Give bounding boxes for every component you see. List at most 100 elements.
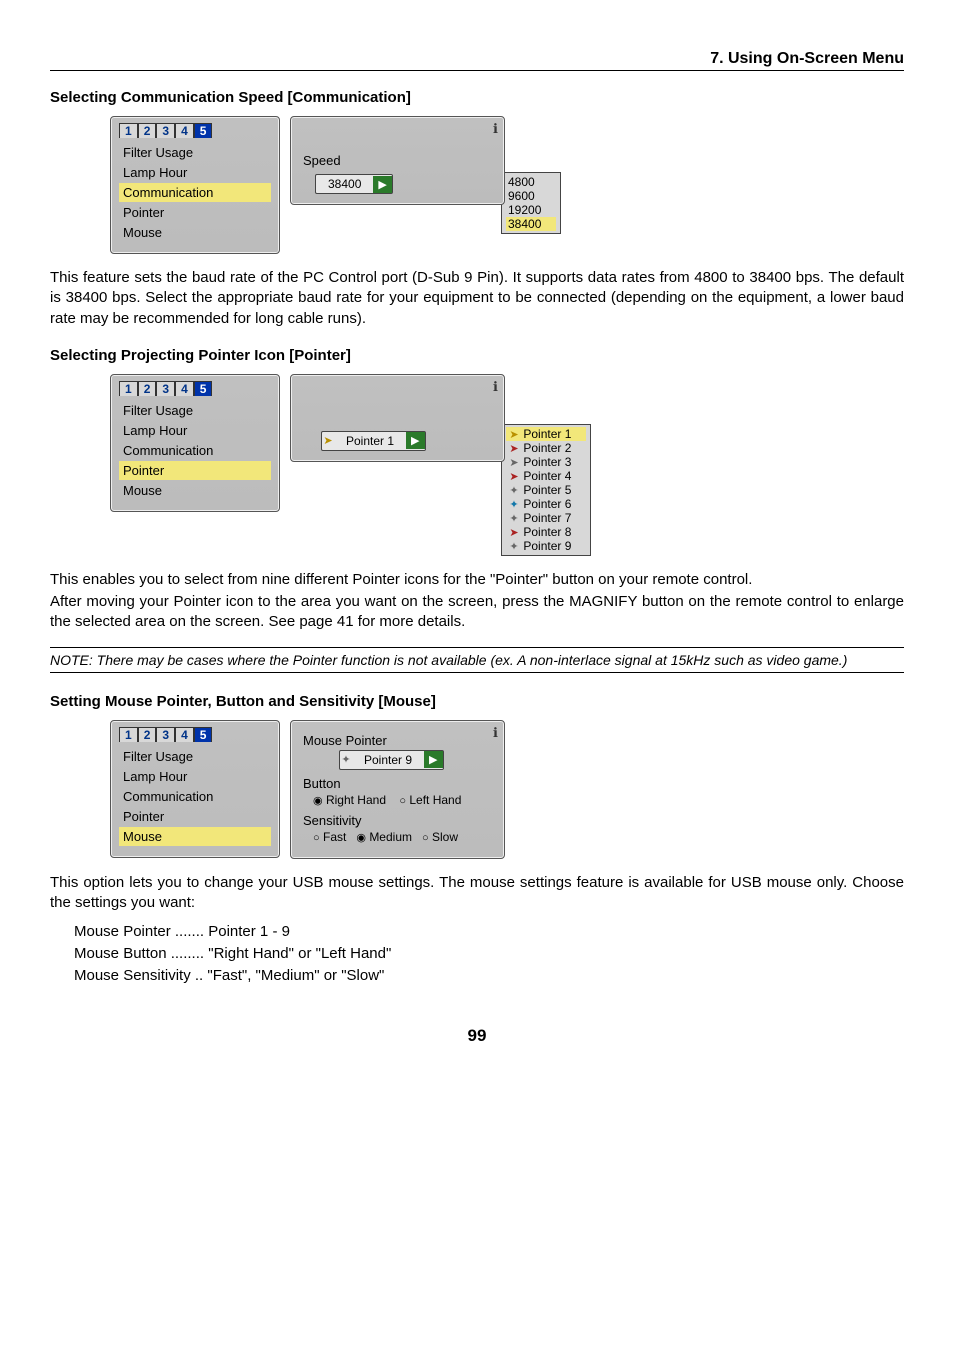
sidebar-item-filter-usage[interactable]: Filter Usage (119, 143, 271, 162)
radio-unselected-icon: ○ (399, 795, 406, 807)
tab-strip: 1 2 3 4 5 (119, 123, 271, 138)
section-title-communication: Selecting Communication Speed [Communica… (50, 89, 904, 106)
sidebar-item-communication[interactable]: Communication (119, 441, 271, 460)
pointer-dropdown[interactable]: ➤ Pointer 1 ➤ Pointer 2 ➤ Pointer 3 ➤ Po… (501, 424, 591, 556)
sidebar-item-mouse[interactable]: Mouse (119, 827, 271, 846)
sidebar-item-communication[interactable]: Communication (119, 787, 271, 806)
combo-arrow-icon: ▶ (373, 176, 391, 193)
pointer-icon: ➤ (322, 434, 334, 447)
list-item: Mouse Sensitivity .. "Fast", "Medium" or… (74, 965, 904, 987)
note-box: NOTE: There may be cases where the Point… (50, 647, 904, 673)
radio-fast[interactable]: ○ Fast (313, 830, 346, 844)
pointer-6-icon: ✦ (508, 498, 520, 511)
pointer-combo[interactable]: ➤ Pointer 1 ▶ (321, 431, 426, 451)
tab-2[interactable]: 2 (138, 381, 157, 396)
radio-slow[interactable]: ○ Slow (422, 830, 458, 844)
radio-medium[interactable]: ◉ Medium (356, 830, 412, 844)
section-title-pointer: Selecting Projecting Pointer Icon [Point… (50, 347, 904, 364)
ui-communication: 1 2 3 4 5 Filter Usage Lamp Hour Communi… (110, 116, 904, 254)
tab-5[interactable]: 5 (194, 381, 213, 396)
pointer-option-1[interactable]: ➤ Pointer 1 (506, 427, 586, 441)
sidebar-item-mouse[interactable]: Mouse (119, 223, 271, 242)
mouse-pointer-combo[interactable]: ✦ Pointer 9 ▶ (339, 750, 444, 770)
pointer-icon: ✦ (340, 753, 352, 766)
tab-4[interactable]: 4 (175, 727, 194, 742)
tab-1[interactable]: 1 (119, 727, 138, 742)
sidebar-panel: 1 2 3 4 5 Filter Usage Lamp Hour Communi… (110, 116, 280, 254)
radio-right-hand[interactable]: ◉ Right Hand (313, 793, 386, 807)
sensitivity-radio-group: ○ Fast ◉ Medium ○ Slow (313, 830, 496, 844)
sidebar-item-filter-usage[interactable]: Filter Usage (119, 401, 271, 420)
radio-selected-icon: ◉ (356, 832, 366, 844)
speed-dropdown[interactable]: 4800 9600 19200 38400 (501, 172, 561, 234)
pointer-3-icon: ➤ (508, 456, 520, 469)
pointer-option-4[interactable]: ➤ Pointer 4 (506, 469, 586, 483)
tab-1[interactable]: 1 (119, 123, 138, 138)
pointer-5-icon: ✦ (508, 484, 520, 497)
section-title-mouse: Setting Mouse Pointer, Button and Sensit… (50, 693, 904, 710)
sidebar-item-pointer[interactable]: Pointer (119, 203, 271, 222)
help-icon[interactable]: ℹ (493, 121, 498, 137)
mouse-pointer-combo-value: Pointer 9 (352, 751, 424, 769)
sidebar-item-pointer[interactable]: Pointer (119, 461, 271, 480)
pointer-option-7[interactable]: ✦ Pointer 7 (506, 511, 586, 525)
speed-option-38400[interactable]: 38400 (506, 217, 556, 231)
pointer-option-label: Pointer 3 (523, 455, 571, 469)
mouse-pointer-label: Mouse Pointer (303, 733, 496, 748)
speed-combo[interactable]: 38400 ▶ (315, 174, 393, 194)
pointer-4-icon: ➤ (508, 470, 520, 483)
pointer-option-label: Pointer 8 (523, 525, 571, 539)
pointer-option-label: Pointer 1 (523, 427, 571, 441)
pointer-option-8[interactable]: ➤ Pointer 8 (506, 525, 586, 539)
tab-strip: 1 2 3 4 5 (119, 727, 271, 742)
tab-4[interactable]: 4 (175, 381, 194, 396)
pointer-option-label: Pointer 4 (523, 469, 571, 483)
sidebar-item-communication[interactable]: Communication (119, 183, 271, 202)
tab-3[interactable]: 3 (156, 123, 175, 138)
radio-label: Slow (432, 830, 458, 844)
pointer-option-3[interactable]: ➤ Pointer 3 (506, 455, 586, 469)
pointer-option-5[interactable]: ✦ Pointer 5 (506, 483, 586, 497)
pointer-2-icon: ➤ (508, 442, 520, 455)
pointer-option-2[interactable]: ➤ Pointer 2 (506, 441, 586, 455)
tab-2[interactable]: 2 (138, 123, 157, 138)
sidebar-item-lamp-hour[interactable]: Lamp Hour (119, 767, 271, 786)
tab-1[interactable]: 1 (119, 381, 138, 396)
speed-option-9600[interactable]: 9600 (506, 189, 556, 203)
help-icon[interactable]: ℹ (493, 379, 498, 395)
list-label: Mouse Pointer ....... (74, 923, 204, 940)
list-label: Mouse Button ........ (74, 945, 204, 962)
radio-unselected-icon: ○ (422, 832, 429, 844)
help-icon[interactable]: ℹ (493, 725, 498, 741)
radio-left-hand[interactable]: ○ Left Hand (399, 793, 461, 807)
tab-2[interactable]: 2 (138, 727, 157, 742)
speed-option-4800[interactable]: 4800 (506, 175, 556, 189)
sidebar-item-filter-usage[interactable]: Filter Usage (119, 747, 271, 766)
sidebar-item-lamp-hour[interactable]: Lamp Hour (119, 421, 271, 440)
list-value: "Fast", "Medium" or "Slow" (207, 967, 384, 984)
pointer-9-icon: ✦ (508, 540, 520, 553)
sidebar-item-lamp-hour[interactable]: Lamp Hour (119, 163, 271, 182)
pointer-1-icon: ➤ (508, 428, 520, 441)
radio-label: Medium (369, 830, 412, 844)
tab-3[interactable]: 3 (156, 381, 175, 396)
speed-option-19200[interactable]: 19200 (506, 203, 556, 217)
pointer-option-label: Pointer 7 (523, 511, 571, 525)
radio-label: Left Hand (409, 793, 461, 807)
tab-5[interactable]: 5 (194, 123, 213, 138)
tab-4[interactable]: 4 (175, 123, 194, 138)
sidebar-panel: 1 2 3 4 5 Filter Usage Lamp Hour Communi… (110, 720, 280, 858)
sensitivity-group-label: Sensitivity (303, 813, 496, 828)
sidebar-item-pointer[interactable]: Pointer (119, 807, 271, 826)
sidebar-item-mouse[interactable]: Mouse (119, 481, 271, 500)
pointer-7-icon: ✦ (508, 512, 520, 525)
tab-3[interactable]: 3 (156, 727, 175, 742)
tab-5[interactable]: 5 (194, 727, 213, 742)
pointer-option-9[interactable]: ✦ Pointer 9 (506, 539, 586, 553)
body-text-pointer-1: This enables you to select from nine dif… (50, 570, 904, 590)
list-label: Mouse Sensitivity .. (74, 967, 203, 984)
pointer-option-6[interactable]: ✦ Pointer 6 (506, 497, 586, 511)
combo-arrow-icon: ▶ (424, 751, 442, 768)
pointer-option-label: Pointer 2 (523, 441, 571, 455)
pointer-option-label: Pointer 5 (523, 483, 571, 497)
